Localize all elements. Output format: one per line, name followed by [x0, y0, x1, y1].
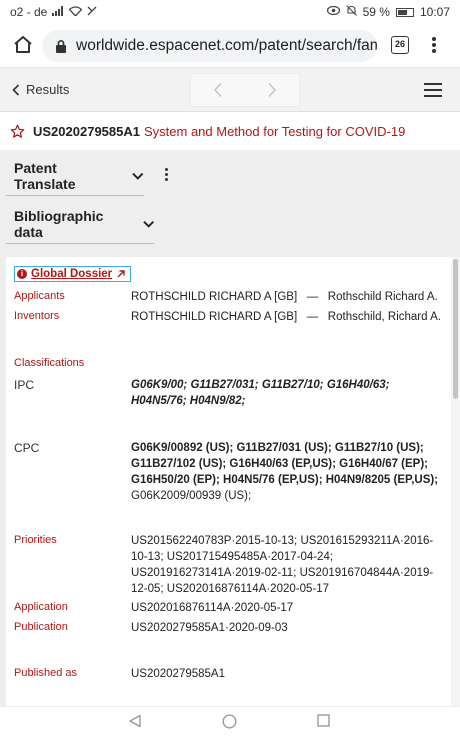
publication-value: US2020279585A1·2020-09-03: [131, 622, 288, 634]
info-icon: i: [17, 269, 27, 279]
battery-icon: [395, 7, 414, 17]
priorities-value: US201562240783P·2015-10-13; US2016152932…: [131, 535, 434, 595]
cpc-value-plain: G06K2009/00939 (US);: [131, 490, 252, 502]
global-dossier-link[interactable]: i Global Dossier: [14, 266, 132, 282]
result-pager: [190, 73, 300, 107]
applicants-label: Applicants: [14, 290, 65, 302]
back-icon[interactable]: [128, 714, 142, 733]
signal-icon: [52, 5, 64, 19]
battery-percent: 59 %: [362, 5, 390, 19]
menu-icon[interactable]: [430, 35, 438, 57]
url-field[interactable]: worldwide.espacenet.com/patent/search/fa…: [42, 30, 377, 62]
tab-switcher-button[interactable]: 26: [391, 36, 409, 54]
results-label: Results: [26, 82, 70, 97]
patent-translate-label: Patent Translate: [14, 159, 76, 192]
classifications-heading: Classifications: [14, 357, 85, 369]
cpc-value-bold: G06K9/00892 (US); G11B27/031 (US); G11B2…: [131, 442, 439, 486]
patent-title-row: US2020279585A1 System and Method for Tes…: [0, 112, 460, 150]
published-as-label: Published as: [14, 667, 77, 679]
bibliographic-data-label: Bibliographic data: [14, 207, 104, 240]
scrollbar-thumb[interactable]: [453, 259, 458, 399]
system-nav-bar: [0, 706, 460, 736]
bibliographic-panel: i Global Dossier Applicants ROTHSCHILD R…: [6, 257, 452, 706]
wifi-icon: [68, 5, 83, 19]
results-toolbar: Results: [0, 68, 460, 112]
priorities-label: Priorities: [14, 534, 57, 546]
nfc-icon: [87, 6, 97, 19]
url-text: worldwide.espacenet.com/patent/search/fa…: [76, 37, 377, 54]
clock: 10:07: [419, 5, 450, 19]
chevron-down-icon: [143, 220, 154, 228]
published-as-value: US2020279585A1: [131, 668, 225, 680]
status-bar: o2 - de 59 % 10:07: [0, 0, 460, 24]
publication-label: Publication: [14, 621, 68, 633]
lock-icon: [54, 38, 68, 59]
cpc-value: G06K9/00892 (US); G11B27/031 (US); G11B2…: [131, 440, 444, 504]
previous-result-icon[interactable]: [213, 82, 223, 103]
home-nav-icon[interactable]: [222, 714, 237, 734]
home-icon[interactable]: [10, 32, 36, 58]
mute-icon: [345, 5, 357, 19]
application-label: Application: [14, 601, 68, 613]
application-value: US202016876114A·2020-05-17: [131, 602, 294, 614]
patent-title: System and Method for Testing for COVID-…: [143, 123, 406, 139]
next-result-icon[interactable]: [267, 82, 277, 103]
back-to-results-link[interactable]: Results: [12, 82, 69, 97]
star-icon[interactable]: [10, 124, 25, 139]
global-dossier-label: Global Dossier: [31, 268, 113, 280]
chevron-down-icon: [132, 172, 144, 180]
cpc-label: CPC: [14, 441, 40, 455]
patent-number: US2020279585A1: [33, 123, 140, 139]
chevron-left-icon: [12, 83, 20, 96]
applicants-value: ROTHSCHILD RICHARD A [GB] — Rothschild R…: [131, 291, 438, 303]
inventors-label: Inventors: [14, 310, 60, 322]
ipc-value: G06K9/00; G11B27/031; G11B27/10; G16H40/…: [131, 379, 390, 407]
bibliographic-data-dropdown[interactable]: Bibliographic data: [6, 204, 154, 244]
hamburger-menu-icon[interactable]: [424, 83, 442, 97]
inventors-value: ROTHSCHILD RICHARD A [GB] — Rothschild, …: [131, 311, 441, 323]
recents-icon[interactable]: [317, 714, 330, 732]
patent-translate-dropdown[interactable]: Patent Translate: [6, 156, 144, 196]
browser-toolbar: worldwide.espacenet.com/patent/search/fa…: [0, 24, 460, 68]
external-link-icon: [117, 270, 125, 278]
eye-icon: [326, 5, 340, 18]
more-options-icon[interactable]: [162, 166, 170, 186]
ipc-label: IPC: [14, 378, 35, 392]
scrollbar[interactable]: [451, 257, 460, 706]
carrier-label: o2 - de: [10, 5, 48, 19]
